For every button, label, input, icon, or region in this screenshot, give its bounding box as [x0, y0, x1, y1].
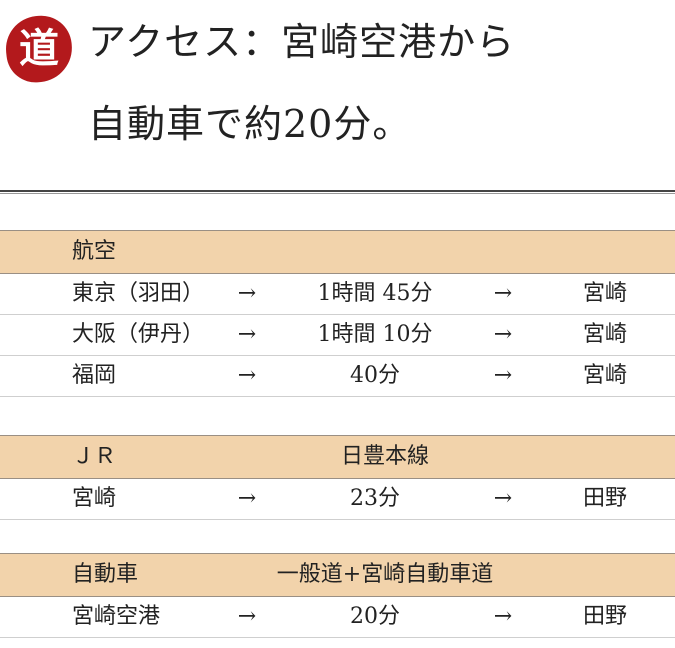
arrow-icon: → [493, 322, 513, 347]
duration: 23分 [350, 486, 400, 511]
origin: 宮崎空港 [72, 604, 161, 629]
arrow-icon: → [237, 281, 257, 306]
page-title-line1: アクセス：宮崎空港から [88, 20, 516, 64]
origin: 東京（羽田） [72, 281, 205, 306]
section-header: 自動車 一般道+宮崎自動車道 [0, 553, 675, 597]
access-table-car: 自動車 一般道+宮崎自動車道 宮崎空港 → 20分 → 田野 [0, 553, 675, 638]
arrow-icon: → [493, 486, 513, 511]
arrow-icon: → [237, 486, 257, 511]
table-row: 福岡 → 40分 → 宮崎 [0, 356, 675, 397]
destination: 宮崎 [582, 281, 627, 306]
section-name: 航空 [72, 239, 117, 264]
destination: 宮崎 [582, 322, 627, 347]
divider [0, 190, 675, 192]
section-route: 日豊本線 [340, 444, 429, 469]
logo-badge: 道 [2, 12, 76, 86]
badge-character: 道 [19, 25, 59, 72]
divider-shadow [0, 193, 675, 194]
duration: 20分 [350, 604, 400, 629]
access-table-air: 航空 東京（羽田） → 1時間 45分 → 宮崎 大阪（伊丹） → 1時間 10… [0, 230, 675, 397]
origin: 宮崎 [72, 486, 117, 511]
origin: 福岡 [72, 363, 117, 388]
table-row: 東京（羽田） → 1時間 45分 → 宮崎 [0, 274, 675, 315]
section-header: ＪＲ 日豊本線 [0, 435, 675, 479]
arrow-icon: → [237, 322, 257, 347]
section-name: 自動車 [72, 562, 139, 587]
arrow-icon: → [493, 281, 513, 306]
section-route: 一般道+宮崎自動車道 [276, 562, 494, 587]
section-header: 航空 [0, 230, 675, 274]
destination: 田野 [582, 486, 627, 511]
section-name: ＪＲ [72, 444, 117, 469]
access-table-jr: ＪＲ 日豊本線 宮崎 → 23分 → 田野 [0, 435, 675, 520]
table-row: 大阪（伊丹） → 1時間 10分 → 宮崎 [0, 315, 675, 356]
table-row: 宮崎空港 → 20分 → 田野 [0, 597, 675, 638]
duration: 40分 [350, 363, 400, 388]
origin: 大阪（伊丹） [72, 322, 205, 347]
destination: 宮崎 [582, 363, 627, 388]
table-row: 宮崎 → 23分 → 田野 [0, 479, 675, 520]
arrow-icon: → [237, 604, 257, 629]
arrow-icon: → [493, 363, 513, 388]
arrow-icon: → [493, 604, 513, 629]
page-title-line2: 自動車で約20分。 [88, 102, 412, 146]
arrow-icon: → [237, 363, 257, 388]
destination: 田野 [582, 604, 627, 629]
duration: 1時間 45分 [317, 281, 433, 306]
duration: 1時間 10分 [317, 322, 433, 347]
